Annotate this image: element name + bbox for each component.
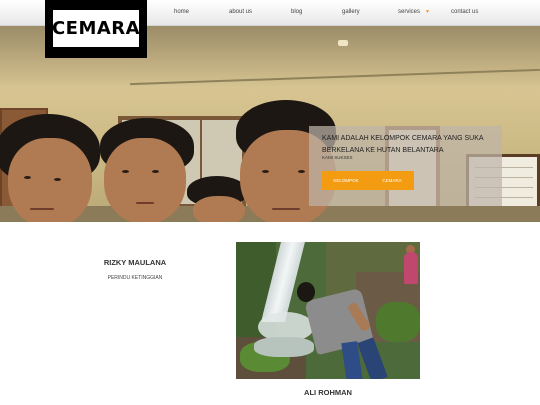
logo-frame: CEMARA xyxy=(51,10,141,47)
logo-text: CEMARA xyxy=(51,18,141,39)
hero-subtitle: KAMI SUKSES xyxy=(322,155,353,160)
nav-services-label: services xyxy=(398,9,421,15)
person-eye xyxy=(262,170,269,173)
person-eye xyxy=(152,170,159,173)
profile-name: ALI ROHMAN xyxy=(304,388,352,397)
hero-caption-box: KAMI ADALAH KELOMPOK CEMARA YANG SUKA BE… xyxy=(309,126,502,206)
profile-role: PERINDU KETINGGIAN xyxy=(107,275,163,281)
nav-home[interactable]: home xyxy=(174,9,189,15)
person-mouth xyxy=(136,202,154,204)
profile-name: RIZKY MAULANA xyxy=(103,258,167,267)
person-eye xyxy=(298,170,305,173)
photo-man-leg xyxy=(357,337,388,379)
nav-blog[interactable]: blog xyxy=(291,9,302,15)
person-mouth xyxy=(30,208,54,210)
person-eye xyxy=(54,178,61,181)
photo-man-head xyxy=(297,282,315,302)
photo-bystander xyxy=(404,252,418,284)
caret-down-icon: ▼ xyxy=(425,9,430,15)
nav-about-us[interactable]: about us xyxy=(229,9,252,15)
profile-photo xyxy=(236,242,420,379)
hero-light-fixture xyxy=(338,40,348,46)
nav-gallery[interactable]: gallery xyxy=(342,9,360,15)
photo-pool xyxy=(254,337,314,357)
person-mouth xyxy=(272,208,300,210)
person-eye xyxy=(24,176,31,179)
site-logo[interactable]: CEMARA xyxy=(45,0,147,58)
person-face xyxy=(104,138,186,222)
cemara-button[interactable]: CEMARA xyxy=(370,171,414,190)
nav-contact-us[interactable]: contact us xyxy=(451,9,478,15)
page: home about us blog gallery services ▼ con… xyxy=(0,0,540,405)
person-face xyxy=(193,196,245,222)
kelompok-button[interactable]: KELOMPOK xyxy=(322,171,370,190)
photo-moss xyxy=(376,302,420,342)
nav-services[interactable]: services ▼ xyxy=(398,9,430,15)
person-eye xyxy=(122,170,129,173)
hero-title: KAMI ADALAH KELOMPOK CEMARA YANG SUKA BE… xyxy=(322,135,484,154)
